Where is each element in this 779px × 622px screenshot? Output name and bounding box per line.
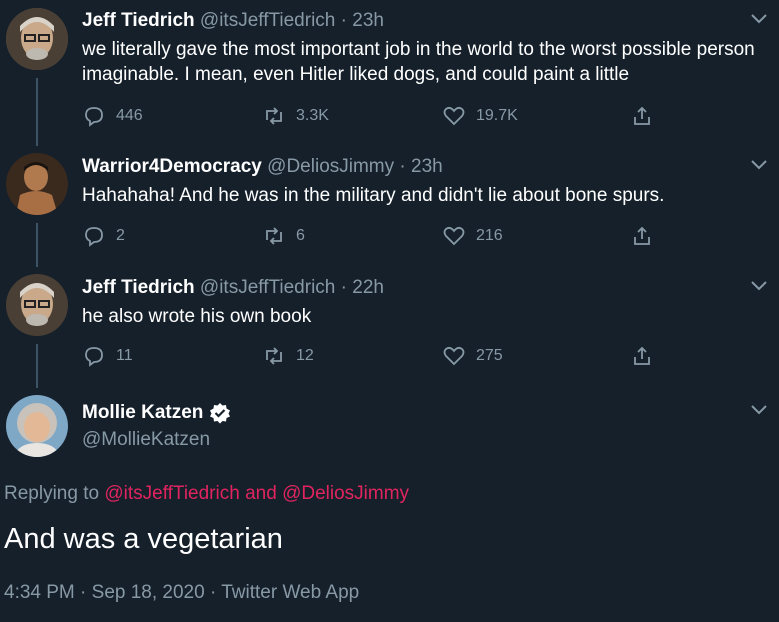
timestamp[interactable]: 23h [352,10,384,31]
thread-line [36,344,38,388]
replying-label: Replying to [4,483,100,504]
mention-link[interactable]: @itsJeffTiedrich [104,483,239,504]
retweet-count: 12 [296,347,314,364]
retweet-icon [266,107,282,125]
author-handle[interactable]: @DeliosJimmy [267,156,394,177]
chevron-down-icon[interactable] [751,14,767,24]
tweet-text: we literally gave the most important job… [82,39,755,85]
mention-link[interactable]: @DeliosJimmy [282,483,409,504]
heart-icon [443,346,465,366]
retweet-icon [266,347,282,365]
like-count: 275 [476,347,503,364]
retweet-button[interactable]: 12 [262,344,314,368]
tweet-actions: 11 12 275 [82,344,682,368]
separator: · [340,277,347,298]
reply-count: 11 [116,347,133,364]
retweet-button[interactable]: 6 [262,224,305,248]
reply-icon [85,107,103,127]
reply-icon [85,227,103,247]
heart-icon [443,106,465,126]
thread-line [36,223,38,267]
like-button[interactable]: 19.7K [442,104,518,128]
replying-and: and [245,483,277,504]
main-author: Mollie Katzen [82,402,231,424]
tweet-text: he also wrote his own book [82,306,312,327]
like-count: 19.7K [476,107,518,124]
heart-icon [443,226,465,246]
tweet-header: Warrior4Democracy @DeliosJimmy · 23h [82,156,443,178]
share-icon [634,346,650,365]
tweet-actions: 446 3.3K 19.7K [82,104,682,128]
retweet-button[interactable]: 3.3K [262,104,329,128]
separator: · [340,10,347,31]
author-name[interactable]: Mollie Katzen [82,402,203,424]
chevron-down-icon[interactable] [751,405,767,415]
like-count: 216 [476,227,503,244]
thread-line [36,78,38,146]
chevron-down-icon[interactable] [751,160,767,170]
chevron-down-icon[interactable] [751,281,767,291]
retweet-count: 6 [296,227,305,244]
author-name[interactable]: Jeff Tiedrich [82,277,195,298]
separator: · [399,156,406,177]
author-handle[interactable]: @MollieKatzen [82,429,210,451]
avatar[interactable] [6,395,68,457]
like-button[interactable]: 216 [442,224,503,248]
reply-button[interactable]: 2 [82,224,125,248]
like-button[interactable]: 275 [442,344,503,368]
avatar[interactable] [6,153,68,215]
tweet-text: And was a vegetarian [4,523,283,555]
reply-button[interactable]: 446 [82,104,143,128]
verified-badge-icon [210,403,231,424]
retweet-icon [266,227,282,245]
replying-to: Replying to @itsJeffTiedrich and @Delios… [4,483,409,505]
tweet-text: Hahahaha! And he was in the military and… [82,185,665,206]
share-button[interactable] [630,104,654,128]
share-button[interactable] [630,344,654,368]
reply-icon [85,347,103,367]
share-icon [634,226,650,245]
share-icon [634,106,650,125]
share-button[interactable] [630,224,654,248]
reply-count: 2 [116,227,125,244]
timestamp[interactable]: 22h [352,277,384,298]
avatar[interactable] [6,8,68,70]
author-name[interactable]: Warrior4Democracy [82,156,262,177]
timestamp[interactable]: 23h [411,156,443,177]
avatar[interactable] [6,274,68,336]
author-handle[interactable]: @itsJeffTiedrich [200,10,335,31]
tweet-header: Jeff Tiedrich @itsJeffTiedrich · 22h [82,277,384,299]
author-handle[interactable]: @itsJeffTiedrich [200,277,335,298]
retweet-count: 3.3K [296,107,329,124]
author-name[interactable]: Jeff Tiedrich [82,10,195,31]
tweet-header: Jeff Tiedrich @itsJeffTiedrich · 23h [82,10,384,32]
tweet-actions: 2 6 216 [82,224,682,248]
tweet-meta[interactable]: 4:34 PM · Sep 18, 2020 · Twitter Web App [4,582,359,604]
reply-count: 446 [116,107,143,124]
reply-button[interactable]: 11 [82,344,133,368]
